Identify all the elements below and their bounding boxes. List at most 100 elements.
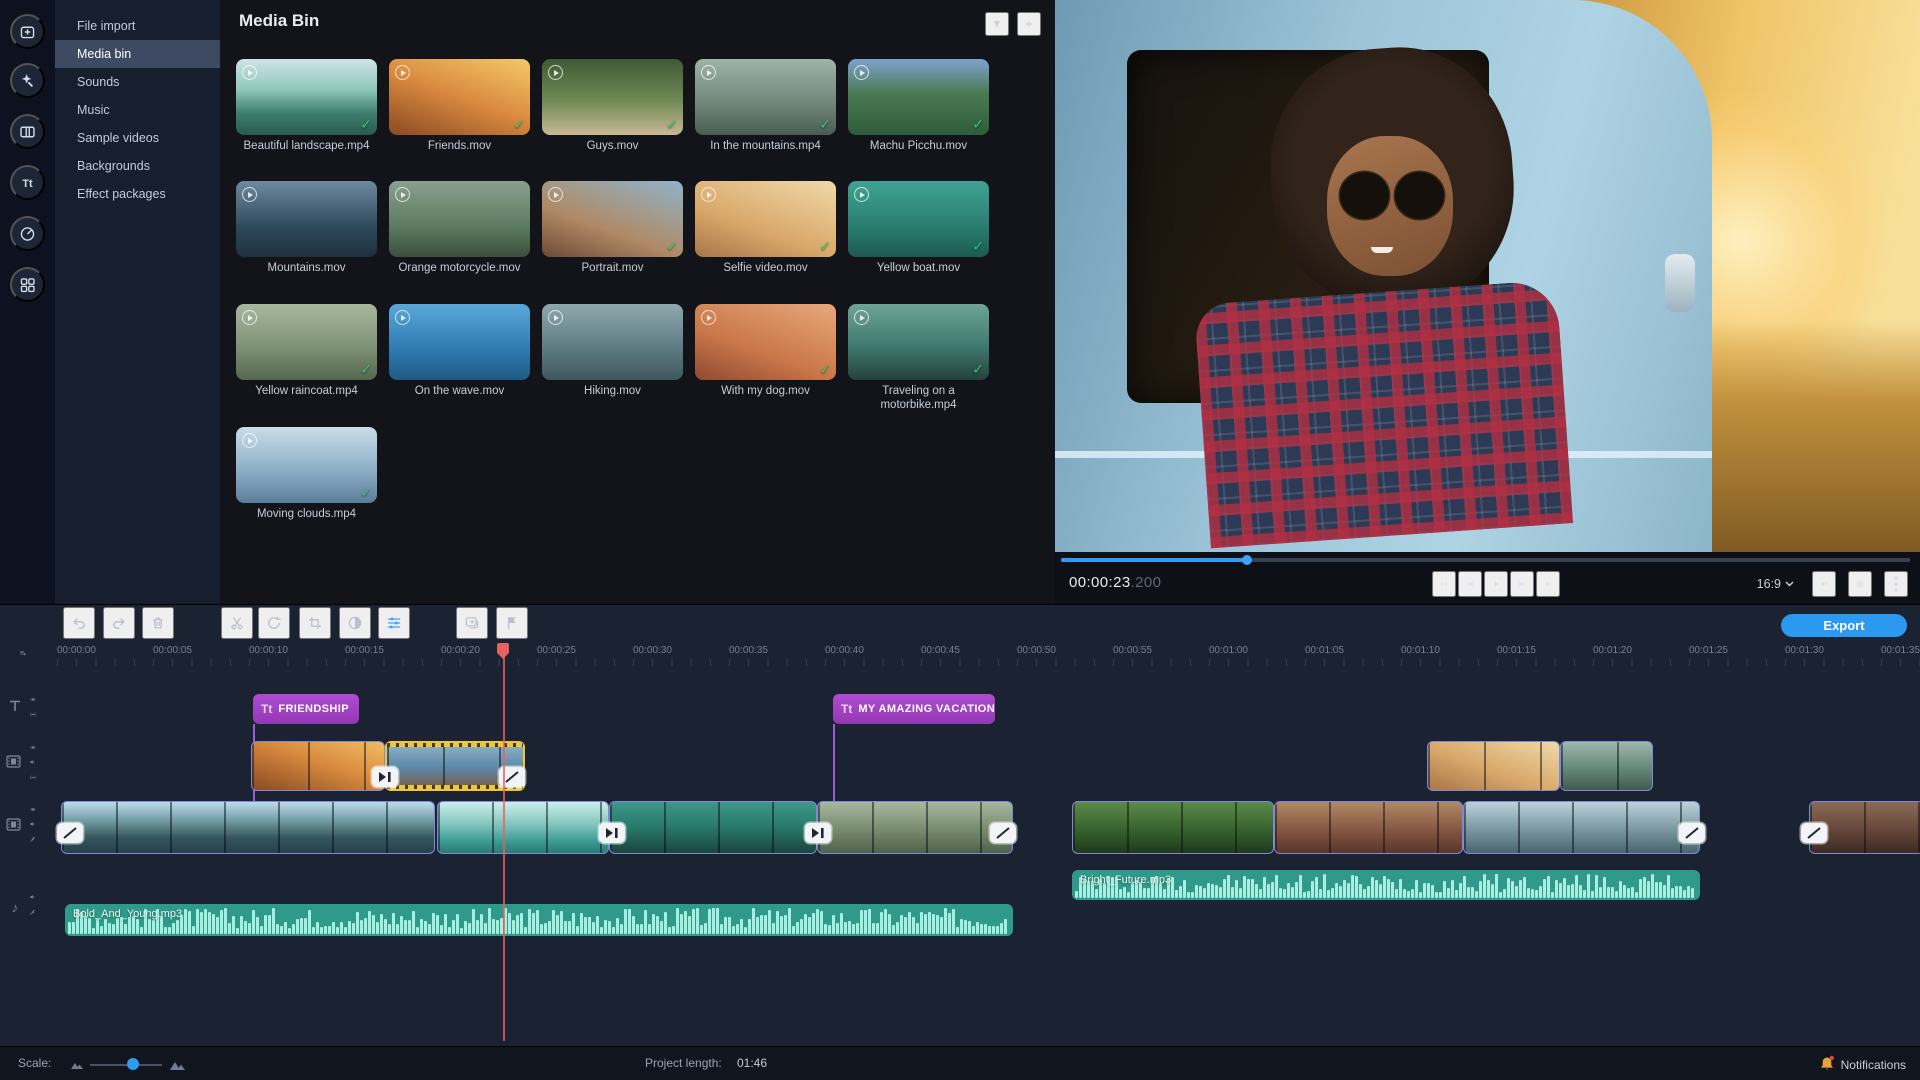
color-adjust-button[interactable] — [339, 607, 371, 639]
sidebar-item-sounds[interactable]: Sounds — [55, 68, 220, 96]
previous-frame-button[interactable] — [1458, 571, 1482, 597]
video-clip-kayak[interactable] — [609, 801, 817, 854]
clip-properties-button[interactable] — [378, 607, 410, 639]
media-item[interactable]: ✓In the mountains.mp4 — [695, 59, 836, 153]
sidebar-item-backgrounds[interactable]: Backgrounds — [55, 152, 220, 180]
transition-empty-icon[interactable] — [57, 823, 83, 843]
more-options-icon[interactable] — [1884, 571, 1908, 597]
zoom-in-icon[interactable] — [167, 1057, 187, 1076]
media-item[interactable]: ✓Selfie video.mov — [695, 181, 836, 275]
media-item[interactable]: ✓Yellow boat.mov — [848, 181, 989, 275]
video-clip-hiking[interactable] — [817, 801, 1013, 854]
media-import-icon[interactable] — [10, 14, 45, 49]
skip-to-end-button[interactable] — [1536, 571, 1560, 597]
video-track-mute-speaker-icon[interactable] — [24, 816, 42, 832]
split-scissors-button[interactable] — [221, 607, 253, 639]
media-thumbnail[interactable]: ✓ — [848, 181, 989, 257]
redo-button[interactable] — [103, 607, 135, 639]
overlay-track-visibility-eye-icon[interactable] — [24, 739, 42, 755]
video-clip-landscape[interactable] — [1463, 801, 1700, 854]
media-thumbnail[interactable] — [389, 181, 530, 257]
media-item[interactable]: ✓With my dog.mov — [695, 304, 836, 398]
media-item[interactable]: Hiking.mov — [542, 304, 683, 398]
sidebar-item-file-import[interactable]: File import — [55, 12, 220, 40]
transition-empty-icon[interactable] — [1801, 823, 1827, 843]
media-thumbnail[interactable]: ✓ — [389, 59, 530, 135]
zoom-out-icon[interactable] — [68, 1057, 84, 1075]
title-clip[interactable]: Tt MY AMAZING VACATION — [833, 694, 995, 724]
timeline-scale-handle[interactable] — [127, 1058, 139, 1070]
overlay-track-mute-speaker-icon[interactable] — [24, 754, 42, 770]
video-clip-mountain-lake[interactable] — [61, 801, 435, 854]
audio-track-sync-off-icon[interactable] — [24, 904, 42, 920]
delete-button[interactable] — [142, 607, 174, 639]
playhead-line[interactable] — [503, 653, 505, 1041]
media-thumbnail[interactable]: ✓ — [236, 427, 377, 503]
title-clip[interactable]: Tt FRIENDSHIP — [253, 694, 359, 724]
titles-icon[interactable]: Tt — [10, 165, 45, 200]
crop-button[interactable] — [299, 607, 331, 639]
export-button[interactable]: Export — [1781, 614, 1907, 637]
media-thumbnail[interactable]: ✓ — [848, 304, 989, 380]
media-thumbnail[interactable]: ✓ — [695, 59, 836, 135]
sidebar-item-music[interactable]: Music — [55, 96, 220, 124]
timeline-scale-slider[interactable] — [90, 1064, 162, 1066]
overlay-clip-friends[interactable] — [251, 741, 385, 791]
title-track-link-icon[interactable] — [24, 706, 42, 722]
media-item[interactable]: ✓Beautiful landscape.mp4 — [236, 59, 377, 153]
media-item[interactable]: ✓Friends.mov — [389, 59, 530, 153]
add-media-icon[interactable] — [1017, 12, 1041, 36]
transition-icon[interactable] — [372, 767, 398, 787]
overlay-clip-landscape[interactable] — [1560, 741, 1653, 791]
filters-wand-icon[interactable] — [10, 63, 45, 98]
media-item[interactable]: ✓Moving clouds.mp4 — [236, 427, 377, 521]
transitions-icon[interactable] — [10, 114, 45, 149]
media-thumbnail[interactable] — [236, 181, 377, 257]
add-track-icon[interactable] — [14, 645, 32, 661]
aspect-ratio-selector[interactable]: 16:9 — [1751, 576, 1800, 592]
video-track-sync-off-icon[interactable] — [24, 831, 42, 847]
overlay-clip-selfie[interactable] — [1427, 741, 1560, 791]
video-clip-forest[interactable] — [1072, 801, 1274, 854]
transition-icon[interactable] — [805, 823, 831, 843]
transition-icon[interactable] — [599, 823, 625, 843]
media-thumbnail[interactable]: ✓ — [695, 304, 836, 380]
video-clip-people[interactable] — [1274, 801, 1463, 854]
overlay-track-link-icon[interactable] — [24, 769, 42, 785]
rotate-button[interactable] — [258, 607, 290, 639]
snapshot-camera-icon[interactable] — [1848, 571, 1872, 597]
next-frame-button[interactable] — [1510, 571, 1534, 597]
media-thumbnail[interactable]: ✓ — [236, 304, 377, 380]
media-item[interactable]: ✓Portrait.mov — [542, 181, 683, 275]
media-thumbnail[interactable]: ✓ — [695, 181, 836, 257]
audio-clip[interactable]: Bright_Future.mp3 — [1072, 870, 1700, 900]
media-item[interactable]: ✓Traveling on a motorbike.mp4 — [848, 304, 989, 413]
timeline-ruler[interactable]: 00:00:0000:00:0500:00:1000:00:1500:00:20… — [0, 643, 1920, 667]
filter-icon[interactable] — [985, 12, 1009, 36]
audio-clip[interactable]: Bold_And_Young.mp3 — [65, 904, 1013, 936]
seek-handle[interactable] — [1242, 555, 1252, 565]
media-thumbnail[interactable]: ✓ — [542, 181, 683, 257]
more-tools-grid-icon[interactable] — [10, 267, 45, 302]
preview-seek-bar[interactable] — [1061, 558, 1910, 562]
stickers-icon[interactable] — [10, 216, 45, 251]
skip-to-start-button[interactable] — [1432, 571, 1456, 597]
undo-button[interactable] — [63, 607, 95, 639]
audio-track-mute-speaker-icon[interactable] — [24, 889, 42, 905]
media-item[interactable]: Orange motorcycle.mov — [389, 181, 530, 275]
play-button[interactable] — [1484, 571, 1508, 597]
media-thumbnail[interactable] — [389, 304, 530, 380]
media-thumbnail[interactable]: ✓ — [236, 59, 377, 135]
transition-empty-icon[interactable] — [990, 823, 1016, 843]
volume-icon[interactable] — [1812, 571, 1836, 597]
video-clip-teal-water[interactable] — [437, 801, 609, 854]
media-item[interactable]: ✓Machu Picchu.mov — [848, 59, 989, 153]
media-item[interactable]: Mountains.mov — [236, 181, 377, 275]
media-item[interactable]: ✓Yellow raincoat.mp4 — [236, 304, 377, 398]
media-thumbnail[interactable] — [542, 304, 683, 380]
video-track-visibility-eye-icon[interactable] — [24, 801, 42, 817]
sidebar-item-sample-videos[interactable]: Sample videos — [55, 124, 220, 152]
media-thumbnail[interactable]: ✓ — [542, 59, 683, 135]
sidebar-item-effect-packages[interactable]: Effect packages — [55, 180, 220, 208]
transition-empty-icon[interactable] — [1679, 823, 1705, 843]
